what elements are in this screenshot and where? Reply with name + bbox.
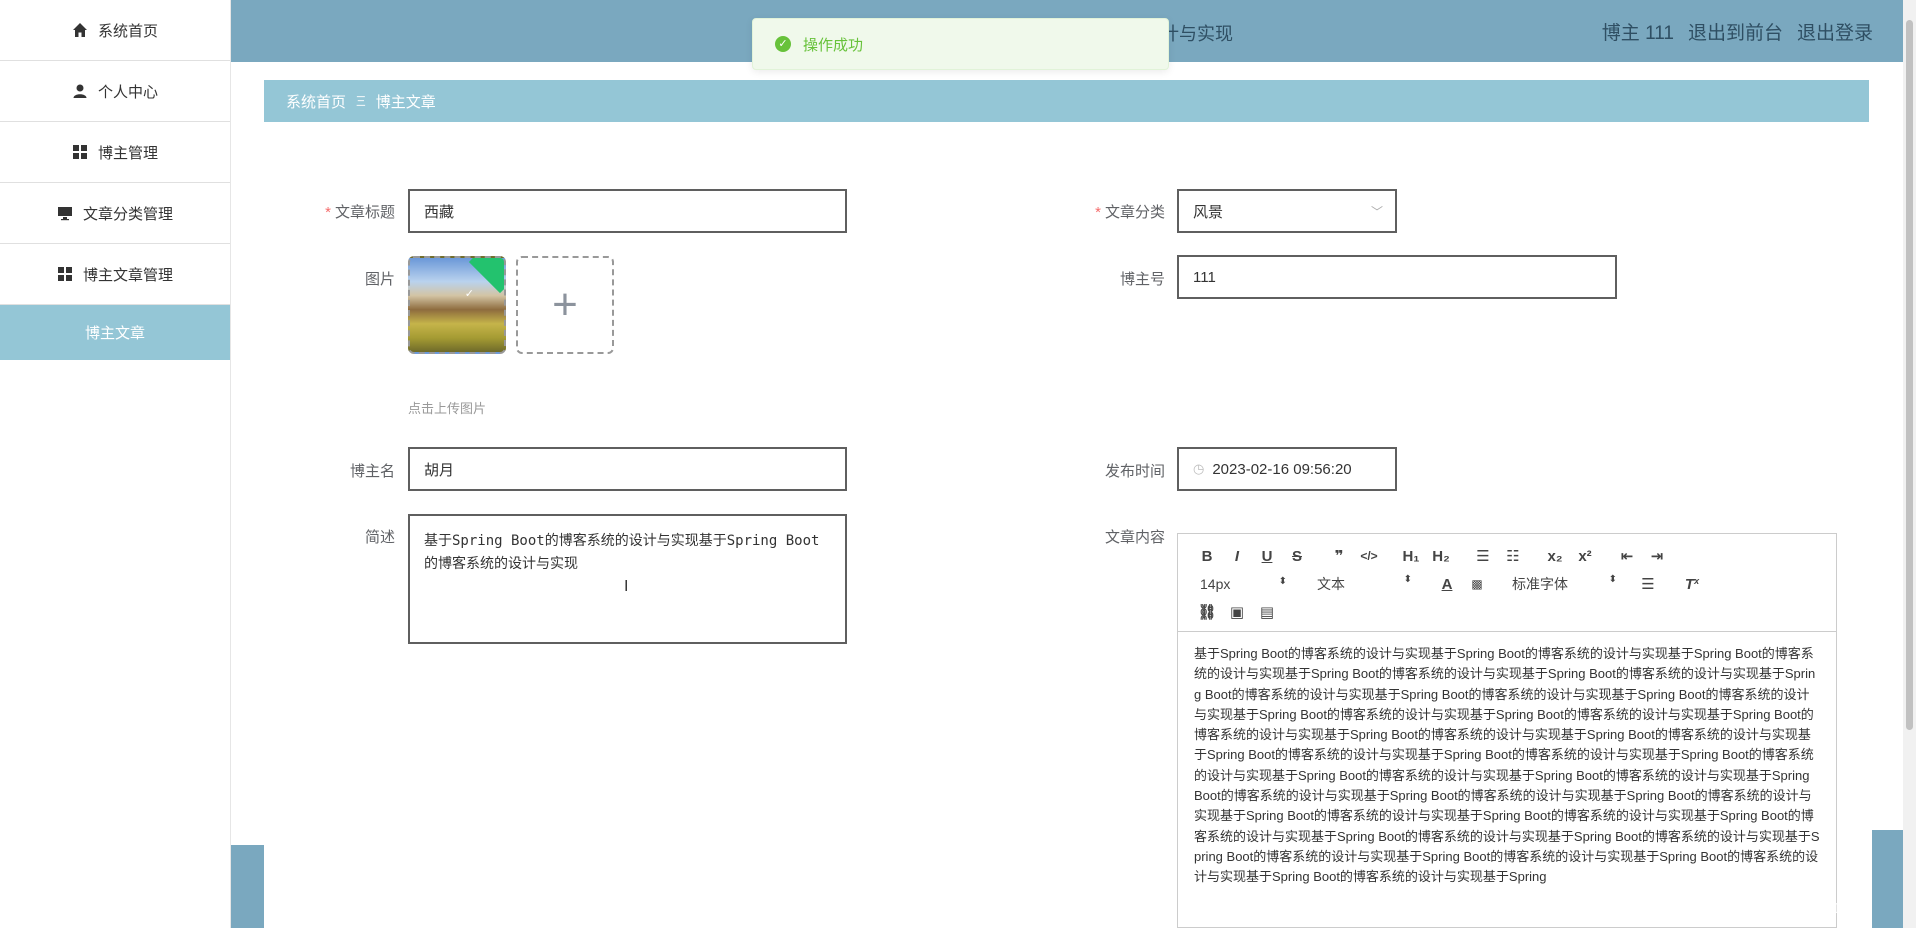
outdent-icon[interactable]: ⇤ xyxy=(1612,547,1642,565)
image-label: 图片 xyxy=(364,271,395,288)
font-size-select[interactable]: 14px ⬍ xyxy=(1192,576,1287,592)
grid-icon xyxy=(57,267,72,281)
sidebar-item-home[interactable]: 系统首页 xyxy=(0,0,230,61)
plus-icon: + xyxy=(552,280,578,329)
bullet-list-icon[interactable]: ☷ xyxy=(1498,547,1528,565)
image-upload-button[interactable]: + xyxy=(516,256,614,354)
back-to-front-link[interactable]: 退出到前台 xyxy=(1688,18,1783,45)
decorative-shape-right xyxy=(1872,830,1903,928)
sidebar-item-blog-article[interactable]: 博主文章 xyxy=(0,305,230,360)
image-icon[interactable]: ▣ xyxy=(1222,603,1252,621)
title-input[interactable]: 西藏 xyxy=(408,189,847,233)
breadcrumb-current: 博主文章 xyxy=(375,93,436,111)
chevron-down-icon: ﹀ xyxy=(1370,204,1383,219)
sidebar-item-blogger-manage[interactable]: 博主管理 xyxy=(0,122,230,183)
header-actions: 博主 111 退出到前台 退出登录 xyxy=(1602,18,1873,45)
sidebar-item-label: 博主管理 xyxy=(97,144,158,162)
clock-icon: ◷ xyxy=(1193,461,1205,476)
header-title: 计与实现 xyxy=(1161,24,1233,44)
superscript-button[interactable]: x² xyxy=(1570,548,1600,565)
header-1-button[interactable]: H₁ xyxy=(1396,548,1426,565)
breadcrumb-separator: Ξ xyxy=(356,92,366,110)
watermark: CSDN @m0_59892174 xyxy=(1700,900,1858,917)
sidebar-item-profile[interactable]: 个人中心 xyxy=(0,61,230,122)
strike-button[interactable]: S xyxy=(1282,548,1312,565)
toolbar-row-2: 14px ⬍ 文本 ⬍ A ▩ 标准字体 ⬍ ☰ Tx xyxy=(1192,570,1822,598)
clear-format-icon[interactable]: Tx xyxy=(1677,576,1707,593)
content-label: 文章内容 xyxy=(1104,529,1165,546)
ordered-list-icon[interactable]: ☰ xyxy=(1468,547,1498,565)
subscript-button[interactable]: x₂ xyxy=(1540,548,1570,565)
user-icon xyxy=(73,84,87,98)
category-label: * 文章分类 xyxy=(1070,201,1165,222)
sidebar: 系统首页 个人中心 博主管理 文章分类管理 博主文章管理 博主文章 xyxy=(0,0,231,928)
editor-content[interactable]: 基于Spring Boot的博客系统的设计与实现基于Spring Boot的博客… xyxy=(1178,632,1836,928)
font-family-select[interactable]: 标准字体 ⬍ xyxy=(1512,574,1617,594)
publish-time-label: 发布时间 xyxy=(1104,463,1165,480)
align-icon[interactable]: ☰ xyxy=(1633,575,1663,593)
grid-icon xyxy=(72,145,87,159)
text-type-value: 文本 xyxy=(1317,576,1345,592)
sidebar-item-label: 文章分类管理 xyxy=(82,205,173,223)
bold-button[interactable]: B xyxy=(1192,548,1222,565)
category-label-text: 文章分类 xyxy=(1104,204,1165,221)
summary-label: 简述 xyxy=(364,529,395,546)
updown-icon: ⬍ xyxy=(1608,574,1617,585)
sidebar-item-label: 博主文章管理 xyxy=(82,266,173,284)
monitor-icon xyxy=(57,207,72,221)
scrollbar-thumb[interactable] xyxy=(1906,20,1913,730)
breadcrumb: 系统首页 Ξ 博主文章 xyxy=(264,80,1869,122)
category-value: 风景 xyxy=(1193,203,1224,221)
title-label-text: 文章标题 xyxy=(334,204,395,221)
font-size-value: 14px xyxy=(1200,576,1231,592)
toolbar-row-3: ⛓ ▣ ▤ xyxy=(1192,598,1822,626)
publish-time-picker[interactable]: ◷ 2023-02-16 09:56:20 xyxy=(1177,447,1397,491)
success-check-icon: ✓ xyxy=(775,36,791,52)
sidebar-item-label: 系统首页 xyxy=(97,22,158,40)
font-color-button[interactable]: A xyxy=(1432,576,1462,593)
toolbar-row-1: B I U S ❞ </> H₁ H₂ ☰ ☷ x₂ x² ⇤ ⇥ xyxy=(1192,542,1822,570)
uploaded-image-thumbnail[interactable]: ✓ xyxy=(408,256,506,354)
link-icon[interactable]: ⛓ xyxy=(1192,603,1222,621)
video-icon[interactable]: ▤ xyxy=(1252,603,1282,621)
upload-success-corner xyxy=(468,258,504,294)
text-type-select[interactable]: 文本 ⬍ xyxy=(1317,574,1412,594)
required-mark: * xyxy=(325,204,331,221)
updown-icon: ⬍ xyxy=(1278,576,1287,587)
text-cursor-icon: I xyxy=(624,578,629,595)
underline-button[interactable]: U xyxy=(1252,548,1282,565)
sidebar-item-label: 博主文章 xyxy=(84,325,145,342)
decorative-shape-left xyxy=(231,845,264,928)
font-family-value: 标准字体 xyxy=(1512,576,1568,592)
sidebar-item-category-manage[interactable]: 文章分类管理 xyxy=(0,183,230,244)
header-2-button[interactable]: H₂ xyxy=(1426,548,1456,565)
upload-hint: 点击上传图片 xyxy=(408,401,487,416)
category-select[interactable]: 风景 ﹀ xyxy=(1177,189,1397,233)
code-block-button[interactable]: </> xyxy=(1354,549,1384,563)
success-toast: ✓ 操作成功 xyxy=(752,18,1169,70)
blogger-no-input[interactable]: 111 xyxy=(1177,255,1617,299)
title-label: * 文章标题 xyxy=(300,201,395,222)
blogger-name-label: 博主名 xyxy=(349,463,395,480)
blogger-name-input[interactable]: 胡月 xyxy=(408,447,847,491)
editor-toolbar: B I U S ❞ </> H₁ H₂ ☰ ☷ x₂ x² ⇤ ⇥ 14px ⬍ … xyxy=(1178,534,1836,632)
check-icon: ✓ xyxy=(464,288,474,300)
current-user: 博主 111 xyxy=(1601,23,1674,44)
logout-link[interactable]: 退出登录 xyxy=(1797,18,1873,45)
updown-icon: ⬍ xyxy=(1403,574,1412,585)
publish-time-value: 2023-02-16 09:56:20 xyxy=(1212,460,1352,478)
italic-button[interactable]: I xyxy=(1222,548,1252,565)
required-mark: * xyxy=(1095,204,1101,221)
blockquote-button[interactable]: ❞ xyxy=(1324,547,1354,565)
blogger-no-label: 博主号 xyxy=(1119,271,1165,288)
breadcrumb-home[interactable]: 系统首页 xyxy=(286,91,346,112)
home-icon xyxy=(72,23,87,37)
sidebar-item-article-manage[interactable]: 博主文章管理 xyxy=(0,244,230,305)
rich-text-editor[interactable]: B I U S ❞ </> H₁ H₂ ☰ ☷ x₂ x² ⇤ ⇥ 14px ⬍ … xyxy=(1177,533,1837,928)
toast-message: 操作成功 xyxy=(803,36,864,54)
sidebar-item-label: 个人中心 xyxy=(97,83,158,101)
indent-icon[interactable]: ⇥ xyxy=(1642,547,1672,565)
background-color-button[interactable]: ▩ xyxy=(1462,577,1492,591)
